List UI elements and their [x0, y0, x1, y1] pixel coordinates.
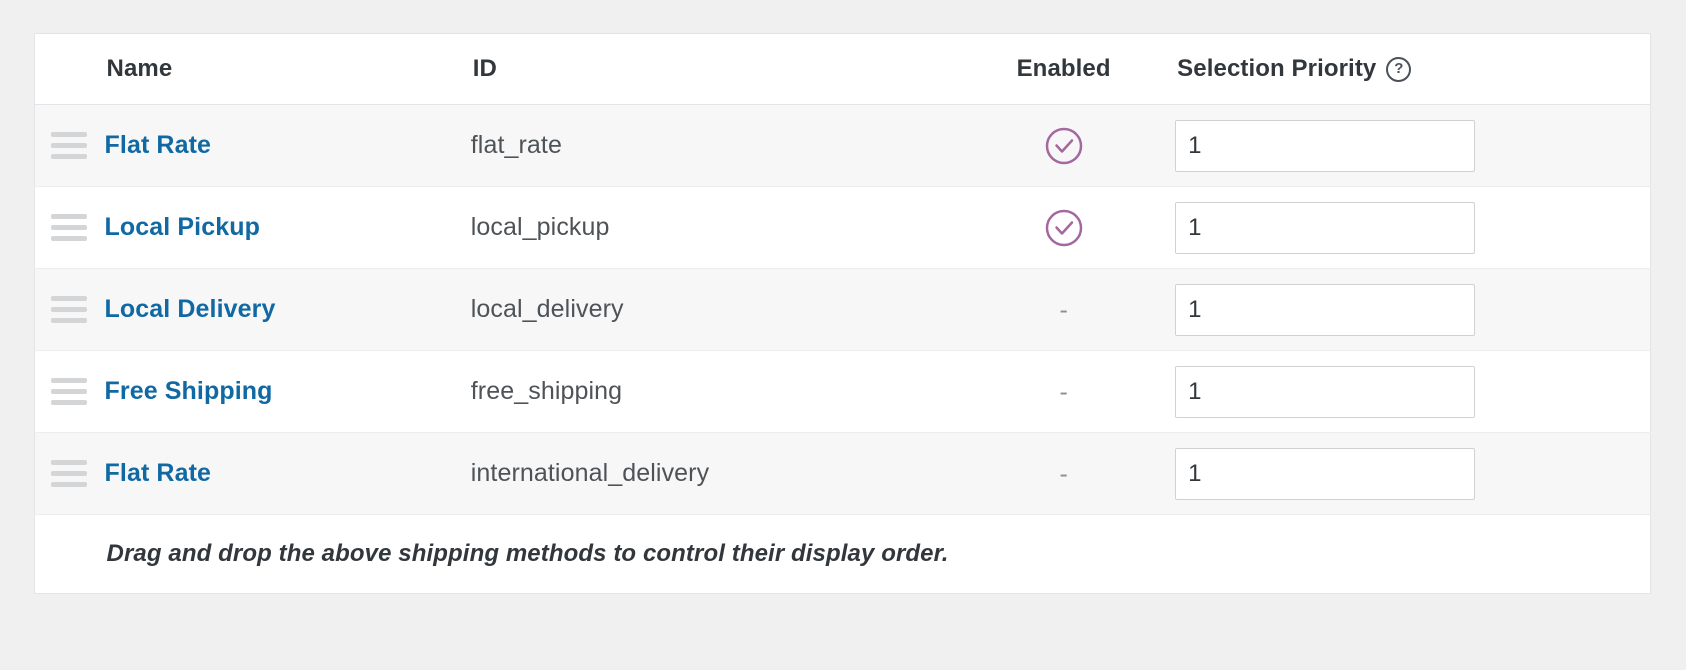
row-enabled-cell: - — [978, 432, 1176, 515]
shipping-method-id: local_delivery — [470, 295, 624, 323]
drag-handle-icon[interactable] — [51, 378, 87, 405]
table-row[interactable]: Local Pickup local_pickup — [34, 186, 1651, 269]
enabled-dash: - — [1059, 459, 1068, 488]
column-header-name: Name — [104, 33, 471, 105]
row-priority-cell — [1175, 186, 1651, 269]
shipping-method-link[interactable]: Local Delivery — [105, 295, 276, 323]
row-drag-cell[interactable] — [34, 104, 105, 187]
row-enabled-cell — [978, 186, 1176, 269]
enabled-dash: - — [1059, 377, 1068, 406]
shipping-method-id: international_delivery — [470, 459, 710, 487]
column-header-enabled: Enabled — [978, 33, 1176, 105]
row-name-cell: Flat Rate — [104, 104, 471, 187]
row-id-cell: local_pickup — [470, 186, 979, 269]
row-id-cell: local_delivery — [470, 268, 979, 351]
drag-handle-icon[interactable] — [51, 296, 87, 323]
table-row[interactable]: Flat Rate international_delivery - — [34, 432, 1651, 515]
row-name-cell: Local Pickup — [104, 186, 471, 269]
drag-drop-hint: Drag and drop the above shipping methods… — [106, 540, 949, 567]
row-drag-cell[interactable] — [34, 432, 105, 515]
shipping-method-link[interactable]: Free Shipping — [105, 377, 273, 405]
table-body: Flat Rate flat_rate 1 Local Pickup local… — [34, 104, 1651, 515]
row-name-cell: Local Delivery — [104, 268, 471, 351]
shipping-method-id: flat_rate — [470, 131, 562, 159]
help-circle-icon[interactable]: ? — [1386, 56, 1412, 82]
table-footer-row: Drag and drop the above shipping methods… — [34, 514, 1651, 594]
shipping-method-link[interactable]: Flat Rate — [105, 131, 211, 159]
footer-spacer-cell — [34, 514, 105, 594]
column-header-selection-priority-label: Selection Priority — [1177, 55, 1377, 82]
row-drag-cell[interactable] — [34, 350, 105, 433]
row-drag-cell[interactable] — [34, 268, 105, 351]
row-enabled-cell: - — [978, 350, 1176, 433]
shipping-method-id: free_shipping — [470, 377, 623, 405]
shipping-methods-table: Name ID Enabled Selection Priority ? Fla… — [34, 33, 1651, 594]
shipping-method-link[interactable]: Flat Rate — [105, 459, 211, 487]
table-footer: Drag and drop the above shipping methods… — [34, 514, 1651, 594]
table-header-row: Name ID Enabled Selection Priority ? — [34, 33, 1651, 105]
shipping-method-id: local_pickup — [470, 213, 610, 241]
selection-priority-input[interactable] — [1175, 119, 1476, 172]
selection-priority-input[interactable] — [1175, 283, 1476, 336]
column-header-handle — [34, 33, 105, 105]
row-name-cell: Flat Rate — [104, 432, 471, 515]
selection-priority-input[interactable] — [1175, 365, 1476, 418]
row-name-cell: Free Shipping — [104, 350, 471, 433]
row-drag-cell[interactable] — [34, 186, 105, 269]
row-id-cell: free_shipping — [470, 350, 979, 433]
table-header: Name ID Enabled Selection Priority ? — [34, 33, 1651, 105]
footer-note-cell: Drag and drop the above shipping methods… — [104, 514, 1651, 594]
row-priority-cell — [1175, 268, 1651, 351]
table-row[interactable]: Local Delivery local_delivery - — [34, 268, 1651, 351]
drag-handle-icon[interactable] — [51, 132, 87, 159]
enabled-dash: - — [1059, 295, 1068, 324]
column-header-id: ID — [470, 33, 979, 105]
shipping-methods-page: Name ID Enabled Selection Priority ? Fla… — [0, 0, 1686, 670]
row-id-cell: international_delivery — [470, 432, 979, 515]
column-header-selection-priority: Selection Priority ? — [1175, 33, 1651, 105]
selection-priority-input[interactable] — [1175, 447, 1476, 500]
check-circle-icon — [1044, 208, 1084, 248]
shipping-method-link[interactable]: Local Pickup — [105, 213, 260, 241]
row-id-cell: flat_rate — [470, 104, 979, 187]
check-circle-icon — [1044, 126, 1084, 166]
row-priority-cell — [1175, 104, 1651, 187]
table-row[interactable]: Free Shipping free_shipping - — [34, 350, 1651, 433]
table-row[interactable]: Flat Rate flat_rate — [34, 104, 1651, 187]
selection-priority-input[interactable] — [1175, 201, 1476, 254]
row-priority-cell — [1175, 350, 1651, 433]
drag-handle-icon[interactable] — [51, 460, 87, 487]
row-priority-cell — [1175, 432, 1651, 515]
drag-handle-icon[interactable] — [51, 214, 87, 241]
row-enabled-cell: - — [978, 268, 1176, 351]
row-enabled-cell — [978, 104, 1176, 187]
